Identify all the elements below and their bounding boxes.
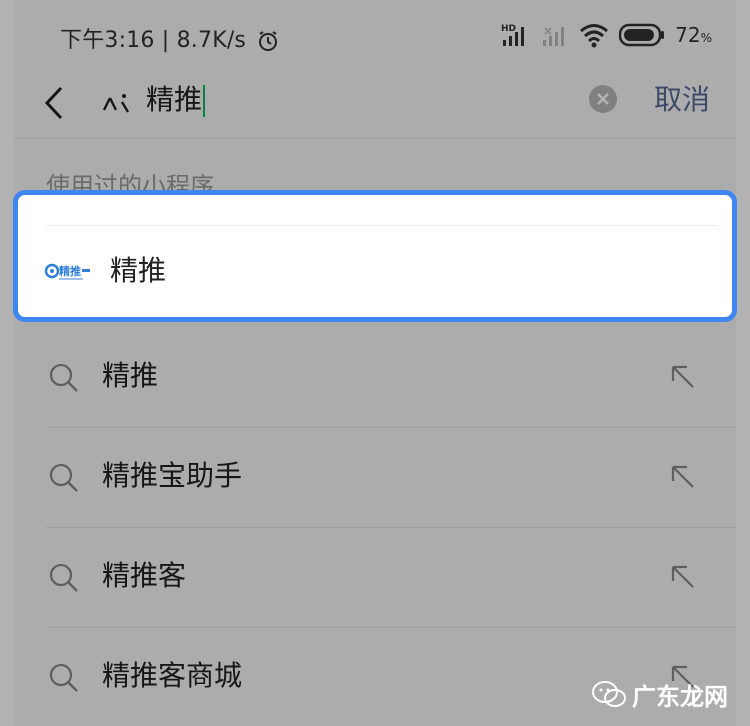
miniprogram-name: 精推 xyxy=(110,254,167,287)
watermark-text: 广东龙网 xyxy=(632,683,728,711)
logo-text: 精推 xyxy=(59,264,81,278)
highlighted-miniprogram-result[interactable]: 精推 精推 xyxy=(13,190,737,322)
dim-overlay xyxy=(0,0,750,726)
jingtui-logo-icon: 精推 xyxy=(44,263,90,280)
watermark: 广东龙网 xyxy=(592,677,728,712)
wechat-logo-icon xyxy=(592,680,626,707)
card-top-divider xyxy=(46,225,718,226)
